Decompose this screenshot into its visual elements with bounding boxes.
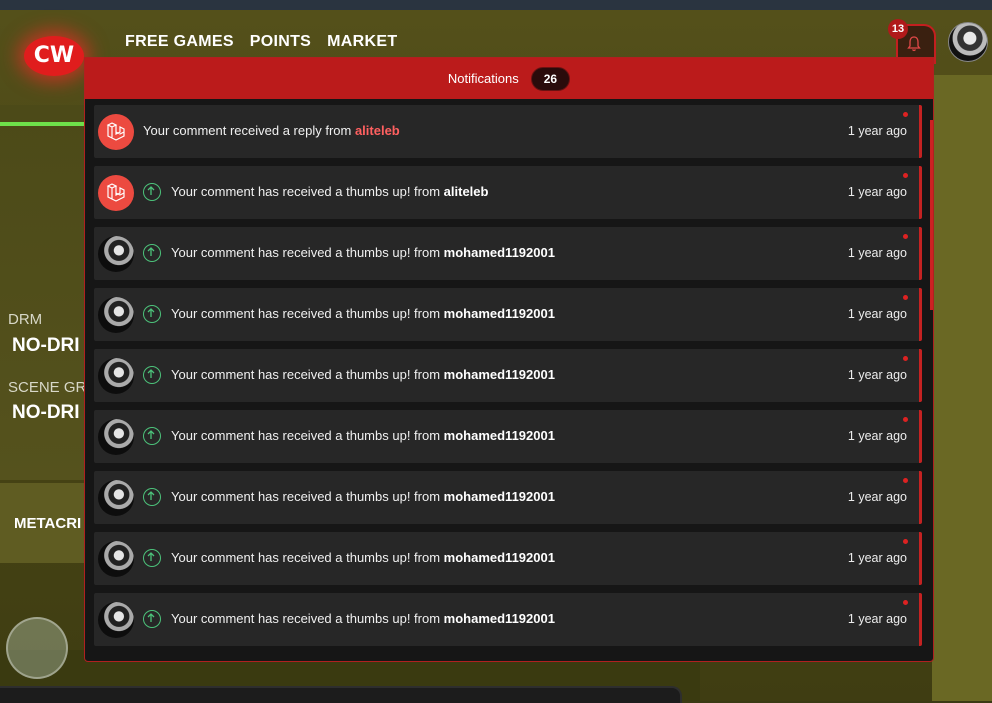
nav-points[interactable]: POINTS [250,33,311,51]
notification-item[interactable]: Your comment has received a thumbs up! f… [94,532,922,585]
unread-dot [903,478,908,483]
nav-market[interactable]: MARKET [327,33,397,51]
scrollbar[interactable] [930,120,933,310]
right-background-panel [932,75,992,701]
notification-username[interactable]: aliteleb [444,184,489,199]
notification-message: Your comment has received a thumbs up! f… [171,184,488,199]
notification-text: Your comment has received a thumbs up! f… [171,428,444,443]
notification-username[interactable]: mohamed1192001 [444,245,555,260]
notification-message: Your comment has received a thumbs up! f… [171,550,555,565]
drm-value: NO-DRI [12,335,80,356]
notification-username[interactable]: mohamed1192001 [444,428,555,443]
progress-accent-line [0,122,84,126]
notifications-list: Your comment received a reply from alite… [94,105,922,654]
unread-dot [903,112,908,117]
notification-username[interactable]: mohamed1192001 [444,489,555,504]
thumbs-up-arrow-icon [143,366,161,384]
watermark-logo [6,617,68,679]
unread-dot [903,417,908,422]
notification-message: Your comment has received a thumbs up! f… [171,306,555,321]
notification-text: Your comment has received a thumbs up! f… [171,245,444,260]
notification-message: Your comment has received a thumbs up! f… [171,428,555,443]
user-avatar [98,358,134,394]
bell-icon [907,36,921,52]
unread-dot [903,173,908,178]
user-avatar [98,602,134,638]
notification-time: 1 year ago [847,429,907,443]
notification-text: Your comment has received a thumbs up! f… [171,367,444,382]
notification-text: Your comment has received a thumbs up! f… [171,611,444,626]
user-avatar [98,236,134,272]
drm-label: DRM [8,311,43,328]
user-avatar-button[interactable] [948,22,988,62]
notification-item[interactable]: Your comment received a reply from alite… [94,105,922,158]
notification-message: Your comment has received a thumbs up! f… [171,489,555,504]
notification-username[interactable]: aliteleb [355,123,400,138]
notification-item[interactable]: Your comment has received a thumbs up! f… [94,471,922,524]
notification-text: Your comment has received a thumbs up! f… [171,550,444,565]
unread-dot [903,234,908,239]
notification-time: 1 year ago [847,246,907,260]
notification-count-badge: 13 [888,19,908,39]
notification-time: 1 year ago [847,551,907,565]
notifications-header: Notifications 26 [85,58,933,99]
notification-time: 1 year ago [847,185,907,199]
bottom-bar [0,686,682,703]
thumbs-up-arrow-icon [143,610,161,628]
notification-item[interactable]: Your comment has received a thumbs up! f… [94,227,922,280]
notification-time: 1 year ago [847,368,907,382]
notifications-title: Notifications [447,71,519,86]
laravel-icon [98,175,134,211]
notification-username[interactable]: mohamed1192001 [444,611,555,626]
thumbs-up-arrow-icon [143,183,161,201]
notification-item[interactable]: Your comment has received a thumbs up! f… [94,166,922,219]
nav-free-games[interactable]: FREE GAMES [125,33,234,51]
unread-dot [903,539,908,544]
thumbs-up-arrow-icon [143,305,161,323]
notifications-dropdown: Notifications 26 Your comment received a… [84,57,934,662]
notification-text: Your comment received a reply from [143,123,355,138]
user-avatar [98,541,134,577]
notification-username[interactable]: mohamed1192001 [444,550,555,565]
notification-time: 1 year ago [847,490,907,504]
user-avatar [98,419,134,455]
notification-item[interactable]: Your comment has received a thumbs up! f… [94,593,922,646]
notification-item[interactable]: Your comment has received a thumbs up! f… [94,288,922,341]
notification-text: Your comment has received a thumbs up! f… [171,184,444,199]
notification-text: Your comment has received a thumbs up! f… [171,306,444,321]
metacritic-label: METACRI [14,515,82,532]
notification-message: Your comment received a reply from alite… [143,123,400,138]
thumbs-up-arrow-icon [143,549,161,567]
unread-dot [903,356,908,361]
notification-item[interactable]: Your comment has received a thumbs up! f… [94,410,922,463]
notification-message: Your comment has received a thumbs up! f… [171,611,555,626]
thumbs-up-arrow-icon [143,244,161,262]
notification-time: 1 year ago [847,124,907,138]
user-avatar [98,480,134,516]
notification-username[interactable]: mohamed1192001 [444,306,555,321]
browser-top-strip [0,0,992,10]
laravel-icon [98,114,134,150]
scene-group-label: SCENE GR [8,379,87,396]
notification-message: Your comment has received a thumbs up! f… [171,245,555,260]
site-logo[interactable]: CW [24,36,84,76]
user-avatar [98,297,134,333]
notification-text: Your comment has received a thumbs up! f… [171,489,444,504]
notification-message: Your comment has received a thumbs up! f… [171,367,555,382]
notification-username[interactable]: mohamed1192001 [444,367,555,382]
unread-dot [903,295,908,300]
thumbs-up-arrow-icon [143,427,161,445]
unread-dot [903,600,908,605]
notifications-total-badge: 26 [530,66,571,91]
scene-group-value: NO-DRI [12,402,80,423]
notification-time: 1 year ago [847,307,907,321]
thumbs-up-arrow-icon [143,488,161,506]
notification-time: 1 year ago [847,612,907,626]
main-nav: FREE GAMES POINTS MARKET [125,33,397,51]
notification-item[interactable]: Your comment has received a thumbs up! f… [94,349,922,402]
